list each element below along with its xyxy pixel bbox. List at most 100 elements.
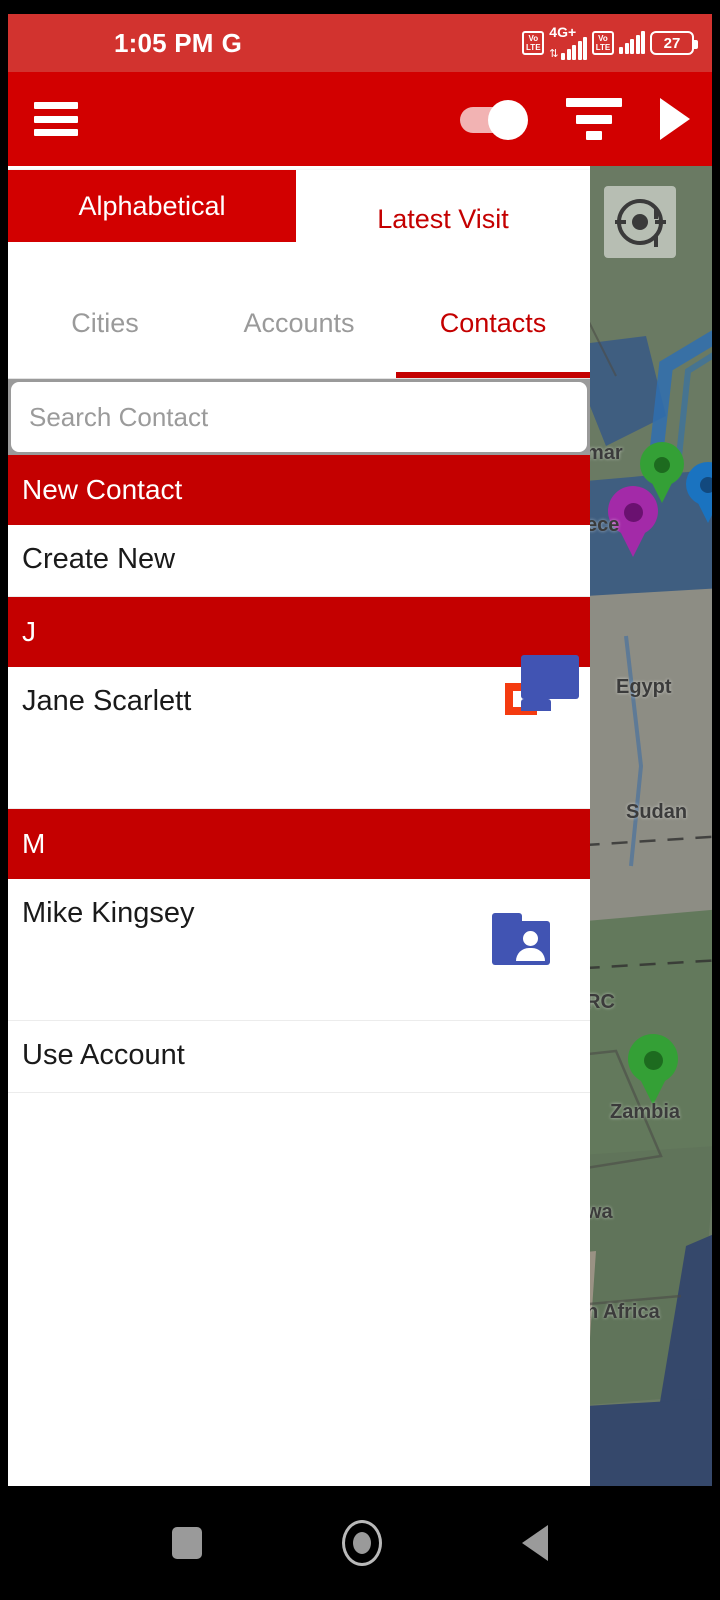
tab-latest-visit[interactable]: Latest Visit — [296, 170, 590, 268]
pin-dot — [654, 457, 670, 473]
map-label-sudan: Sudan — [626, 801, 688, 823]
filter-line — [576, 114, 612, 124]
map-pin-blue[interactable] — [686, 462, 712, 523]
hamburger-line — [34, 102, 78, 109]
signal-bar — [572, 44, 576, 60]
filter-sort-icon[interactable] — [566, 98, 622, 140]
signal-bar — [630, 39, 634, 54]
row-icon-slot — [466, 895, 576, 965]
section-header-j: J — [8, 597, 590, 667]
google-assistant-icon: G — [221, 27, 242, 58]
map-background[interactable]: mar ece Egypt Sudan RC Zambia wa n Afric… — [586, 166, 712, 1486]
search-bar-container — [8, 379, 590, 455]
tab-accounts[interactable]: Accounts — [202, 268, 396, 378]
volte-line-1: Vo — [598, 34, 608, 43]
phone-screenshot: 1:05 PM G Vo LTE 4G+ ⇅ Vo LTE 27 mar ece… — [0, 0, 720, 1600]
signal-bars-sim1: ⇅ — [549, 36, 587, 60]
section-header-new-contact: New Contact — [8, 455, 590, 525]
contact-folder-icon[interactable] — [492, 913, 550, 965]
pin-dot — [700, 477, 712, 493]
signal-bar — [624, 43, 629, 54]
network-type-label: 4G+ — [549, 23, 577, 40]
gps-tick — [654, 236, 658, 247]
battery-level-text: 27 — [663, 34, 681, 52]
list-item-use-account[interactable]: Use Account — [8, 1021, 590, 1093]
tab-contacts[interactable]: Contacts — [396, 268, 590, 378]
list-item-label: Create New — [22, 543, 176, 575]
map-label-drc: RC — [586, 991, 615, 1013]
signal-bar — [619, 47, 623, 54]
signal-bars-sim2 — [619, 31, 645, 54]
signal-bar — [577, 40, 582, 60]
volte-icon: Vo LTE — [522, 31, 545, 55]
filter-line — [586, 131, 602, 140]
signal-bar — [561, 52, 565, 60]
back-triangle-icon[interactable] — [522, 1525, 548, 1561]
folder-tab — [492, 913, 522, 925]
signal-bar — [641, 31, 645, 54]
status-bar-left: 1:05 PM G — [114, 28, 242, 59]
data-arrows-icon: ⇅ — [549, 47, 559, 60]
segment-tab-bar: Cities Accounts Contacts — [8, 268, 590, 379]
volte-line-1: Vo — [528, 34, 539, 43]
folder-body — [521, 655, 579, 699]
pin-dot — [624, 503, 643, 522]
app-bar-actions — [460, 98, 690, 140]
section-header-m: M — [8, 809, 590, 879]
folder-tab — [521, 699, 551, 711]
volte-line-2: LTE — [526, 43, 541, 52]
volte-line-2: LTE — [595, 43, 611, 52]
signal-bar — [635, 35, 640, 54]
person-head — [552, 717, 567, 732]
hamburger-line — [34, 115, 78, 123]
sort-tab-bar: Alphabetical Latest Visit — [8, 170, 590, 268]
volte-icon-sim2: Vo LTE — [592, 31, 614, 55]
gps-tick — [654, 208, 658, 219]
pin-tip — [695, 497, 712, 523]
play-triangle-icon[interactable] — [660, 98, 690, 140]
map-list-toggle-switch[interactable] — [460, 100, 528, 140]
pin-tip — [618, 527, 648, 557]
signal-bar — [566, 48, 571, 60]
filter-line — [566, 98, 622, 107]
map-label-egypt: Egypt — [616, 676, 672, 698]
recents-square-icon[interactable] — [172, 1527, 202, 1559]
list-item-jane-scarlett[interactable]: Jane Scarlett — [8, 655, 590, 809]
search-input[interactable] — [11, 382, 587, 452]
map-label-romania: mar — [586, 442, 623, 464]
highlight-box-jane-contact-icon — [505, 655, 579, 747]
row-icon-slot — [466, 655, 579, 747]
list-item-label: Jane Scarlett — [22, 685, 192, 717]
system-navigation-bar — [0, 1486, 720, 1600]
map-label-zambia: Zambia — [610, 1101, 681, 1123]
map-pin-green-south[interactable] — [628, 1034, 678, 1105]
hamburger-line — [34, 129, 78, 136]
gps-tick — [615, 220, 626, 224]
toggle-knob — [488, 100, 528, 140]
person-body — [545, 734, 574, 747]
list-item-label: Use Account — [22, 1039, 185, 1071]
hamburger-menu-icon[interactable] — [34, 102, 78, 136]
list-item-mike-kingsey[interactable]: Mike Kingsey — [8, 879, 590, 1021]
map-label-south-africa: n Africa — [586, 1301, 660, 1323]
my-location-icon[interactable] — [604, 186, 676, 258]
contacts-list: New Contact Create New J Jane Scarlett M… — [8, 455, 590, 1093]
status-bar: 1:05 PM G Vo LTE 4G+ ⇅ Vo LTE 27 — [8, 14, 712, 72]
status-bar-clock: 1:05 PM — [114, 27, 214, 58]
list-item-label: Mike Kingsey — [22, 897, 195, 929]
gps-tick — [655, 220, 666, 224]
person-head — [523, 931, 538, 946]
contacts-drawer-panel: Alphabetical Latest Visit Cities Account… — [8, 166, 590, 1486]
tab-cities[interactable]: Cities — [8, 268, 202, 378]
signal-icon-sim1: 4G+ ⇅ — [549, 23, 587, 60]
list-item-create-new[interactable]: Create New — [8, 525, 590, 597]
map-label-botswana: wa — [586, 1201, 613, 1223]
tab-alphabetical[interactable]: Alphabetical — [8, 170, 296, 242]
home-circle-icon[interactable] — [342, 1520, 382, 1566]
map-label-greece: ece — [586, 514, 620, 536]
pin-dot — [644, 1051, 663, 1070]
signal-bar — [583, 36, 587, 60]
map-vector — [586, 166, 712, 1486]
battery-icon: 27 — [650, 31, 698, 55]
status-bar-right: Vo LTE 4G+ ⇅ Vo LTE 27 — [522, 23, 698, 60]
